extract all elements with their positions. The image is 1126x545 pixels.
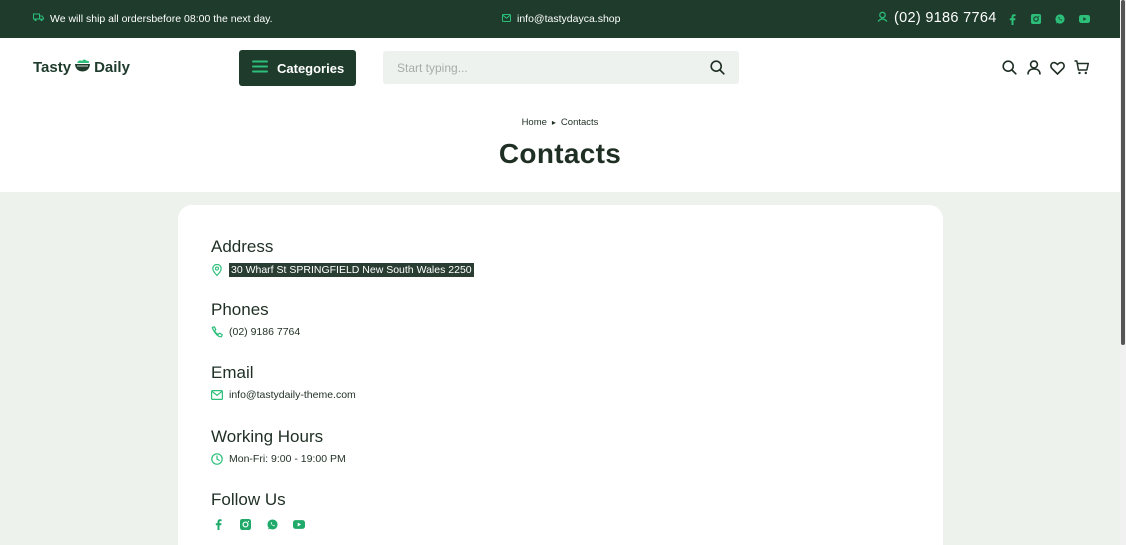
logo-text-right: Daily	[94, 59, 130, 76]
address-text: 30 Wharf St SPRINGFIELD New South Wales …	[229, 263, 474, 277]
menu-icon	[252, 60, 268, 76]
youtube-icon[interactable]	[293, 518, 305, 530]
truck-icon	[33, 13, 44, 25]
topbar-phone-text[interactable]: (02) 9186 7764	[894, 10, 997, 26]
logo-text-left: Tasty	[33, 59, 72, 76]
follow-us-icons	[211, 518, 305, 530]
whatsapp-icon[interactable]	[266, 518, 278, 530]
instagram-icon[interactable]	[1030, 13, 1042, 25]
categories-label: Categories	[277, 60, 345, 76]
email-heading: Email	[211, 363, 254, 382]
support-icon	[877, 10, 888, 26]
top-bar: We will ship all ordersbefore 08:00 the …	[0, 0, 1120, 38]
shipping-notice-text: We will ship all ordersbefore 08:00 the …	[50, 13, 273, 25]
hours-text: Mon-Fri: 9:00 - 19:00 PM	[229, 453, 346, 465]
hours-row: Mon-Fri: 9:00 - 19:00 PM	[211, 453, 346, 465]
phone-icon	[211, 326, 223, 338]
page: We will ship all ordersbefore 08:00 the …	[0, 0, 1126, 545]
header-actions	[1002, 59, 1089, 76]
main-header: Tasty Daily Categories	[0, 38, 1120, 98]
working-hours-heading: Working Hours	[211, 427, 324, 446]
site-logo[interactable]: Tasty Daily	[33, 58, 130, 77]
search-icon[interactable]	[710, 60, 725, 80]
youtube-icon[interactable]	[1078, 13, 1090, 25]
email-row: info@tastydaily-theme.com	[211, 389, 356, 401]
shipping-notice: We will ship all ordersbefore 08:00 the …	[33, 13, 273, 25]
instagram-icon[interactable]	[239, 518, 251, 530]
chevron-right-icon: ▸	[551, 118, 556, 127]
heart-icon[interactable]	[1050, 59, 1065, 76]
clock-icon	[211, 453, 223, 465]
mail-icon	[211, 389, 223, 401]
categories-button[interactable]: Categories	[239, 50, 356, 86]
topbar-phone[interactable]: (02) 9186 7764	[877, 10, 997, 26]
facebook-icon[interactable]	[212, 518, 224, 530]
phone-row: (02) 9186 7764	[211, 326, 300, 338]
address-row: 30 Wharf St SPRINGFIELD New South Wales …	[211, 263, 474, 277]
phone-text[interactable]: (02) 9186 7764	[229, 326, 300, 338]
phones-heading: Phones	[211, 300, 269, 319]
working-hours-section: Working Hours Mon-Fri: 9:00 - 19:00 PM	[211, 427, 346, 465]
breadcrumb-home[interactable]: Home	[522, 117, 547, 128]
logo-bowl-icon	[74, 58, 91, 77]
breadcrumb-current: Contacts	[560, 117, 599, 128]
facebook-icon[interactable]	[1006, 13, 1018, 25]
topbar-socials	[1006, 13, 1090, 25]
whatsapp-icon[interactable]	[1054, 13, 1066, 25]
search-icon[interactable]	[1002, 59, 1017, 76]
topbar-email-text[interactable]: info@tastydayca.shop	[517, 13, 620, 25]
topbar-email[interactable]: info@tastydayca.shop	[502, 13, 620, 25]
follow-us-section: Follow Us	[211, 490, 305, 530]
phones-section: Phones (02) 9186 7764	[211, 300, 300, 338]
breadcrumb: Home ▸ Contacts	[0, 117, 1120, 128]
page-title: Contacts	[498, 138, 622, 169]
email-section: Email info@tastydaily-theme.com	[211, 363, 356, 401]
user-icon[interactable]	[1026, 59, 1041, 76]
page-scrollbar[interactable]	[1120, 0, 1126, 545]
mail-icon	[502, 13, 511, 25]
address-heading: Address	[211, 237, 274, 256]
scrollbar-thumb[interactable]	[1121, 0, 1125, 345]
cart-icon[interactable]	[1074, 59, 1089, 76]
address-section: Address 30 Wharf St SPRINGFIELD New Sout…	[211, 237, 474, 277]
email-text[interactable]: info@tastydaily-theme.com	[229, 389, 356, 401]
follow-us-heading: Follow Us	[211, 490, 286, 509]
search-bar	[383, 51, 739, 84]
location-pin-icon	[211, 264, 223, 276]
search-input[interactable]	[383, 51, 739, 84]
